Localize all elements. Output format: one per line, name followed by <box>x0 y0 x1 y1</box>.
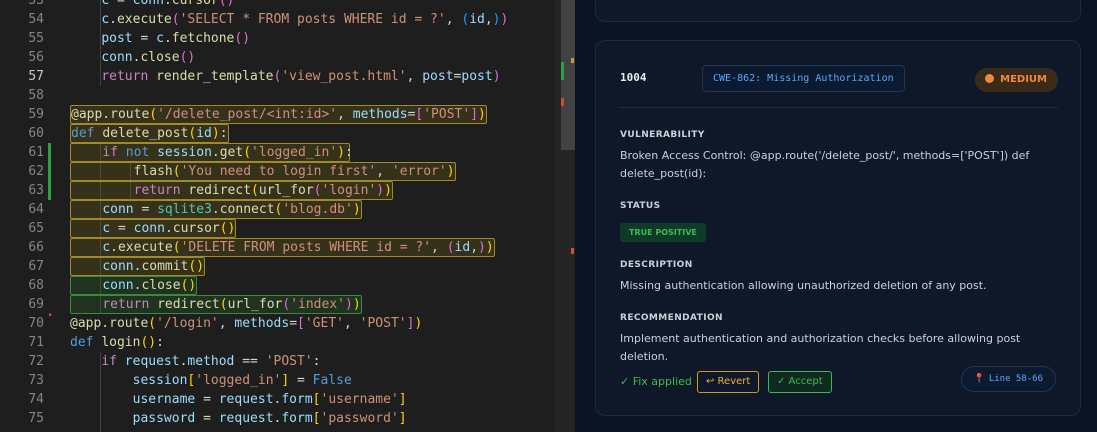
line-number: 59 <box>28 107 44 122</box>
line-number: 71 <box>28 335 44 350</box>
line-number: 65 <box>28 221 44 236</box>
code-line-highlighted: return redirect(url_for('index')) <box>70 295 362 314</box>
line-number: 73 <box>28 373 44 388</box>
line-number: 61 <box>28 145 44 160</box>
line-number: 68 <box>28 278 44 293</box>
code-line: conn.close() <box>101 50 196 65</box>
code-line-highlighted: conn = sqlite3.connect('blog.db') <box>70 200 362 219</box>
line-number: 66 <box>28 240 44 255</box>
line-number: 67 <box>28 259 44 274</box>
line-number: 58 <box>28 88 44 103</box>
line-number: 75 <box>28 411 44 426</box>
code-line-highlighted: @app.route('/delete_post/<int:id>', meth… <box>70 105 487 124</box>
code-line: if request.method == 'POST': <box>101 354 321 369</box>
line-number: 63 <box>28 183 44 198</box>
line-number: 55 <box>28 31 44 46</box>
line-number: 74 <box>28 392 44 407</box>
code-line: c.execute('SELECT * FROM posts WHERE id … <box>101 12 509 27</box>
fold-arrow-icon[interactable]: ▸ <box>48 310 53 320</box>
line-number: 57 <box>28 69 44 84</box>
code-line-highlighted: return redirect(url_for('login')) <box>70 181 393 200</box>
code-line-highlighted: if not session.get('logged_in'): <box>70 143 353 162</box>
git-added-marker <box>48 162 51 181</box>
line-number: 69 <box>28 297 44 312</box>
cwe-badge[interactable]: CWE-862: Missing Authorization <box>702 65 905 92</box>
code-line: password = request.form['password'] <box>132 411 407 426</box>
accept-button[interactable]: ✓ Accept <box>768 371 832 393</box>
finding-id: 1004 <box>620 71 647 84</box>
minimap-error-marker <box>561 98 564 106</box>
line-reference-label: Line 58-66 <box>988 374 1043 384</box>
status-label: STATUS <box>620 201 661 211</box>
code-line-highlighted: conn.commit() <box>70 257 206 276</box>
code-line-highlighted: c = conn.cursor() <box>70 219 237 238</box>
line-number: 72 <box>28 354 44 369</box>
severity-label: MEDIUM <box>1000 74 1047 85</box>
recommendation-label: RECOMMENDATION <box>620 313 723 323</box>
vulnerability-label: VULNERABILITY <box>620 130 705 140</box>
code-line: session['logged_in'] = False <box>132 373 352 388</box>
code-line: post = c.fetchone() <box>101 31 251 46</box>
severity-dot-icon <box>985 74 995 83</box>
code-line: c = conn.cursor() <box>101 0 235 8</box>
code-line-highlighted: c.execute('DELETE FROM posts WHERE id = … <box>70 238 495 257</box>
vulnerability-text: Broken Access Control: @app.route('/dele… <box>620 149 1030 180</box>
code-line: username = request.form['username'] <box>132 392 407 407</box>
minimap-warning-marker <box>571 58 574 63</box>
code-line: def login(): <box>70 335 164 350</box>
git-added-marker <box>48 181 51 200</box>
description-label: DESCRIPTION <box>620 260 693 270</box>
line-number: 70 <box>28 316 44 331</box>
pin-icon: 📍 <box>973 374 985 384</box>
code-line-highlighted: conn.close() <box>70 276 198 295</box>
finding-card-previous <box>595 0 1081 22</box>
description-text: Missing authentication allowing unauthor… <box>620 279 987 292</box>
code-editor[interactable]: 53 54 55 56 57 58 59 60 61 62 63 64 65 6… <box>0 0 575 432</box>
code-area[interactable]: c = conn.cursor() c.execute('SELECT * FR… <box>70 0 570 432</box>
status-badge: TRUE POSITIVE <box>620 223 706 242</box>
line-number: 54 <box>28 12 44 27</box>
code-line: return render_template('view_post.html',… <box>101 69 501 84</box>
minimap-added-marker <box>561 62 564 80</box>
line-number: 53 <box>28 0 44 8</box>
code-line-highlighted: flash('You need to login first', 'error'… <box>70 162 456 181</box>
git-added-marker <box>48 143 51 162</box>
minimap-error-marker <box>571 248 574 254</box>
line-number: 60 <box>28 126 44 141</box>
finding-header: 1004 CWE-862: Missing Authorization MEDI… <box>620 65 1058 95</box>
code-line: @app.route('/login', methods=['GET', 'PO… <box>70 316 423 331</box>
revert-button[interactable]: ↩ Revert <box>697 371 760 393</box>
line-number: 64 <box>28 202 44 217</box>
severity-badge: MEDIUM <box>975 68 1058 92</box>
divider <box>620 107 1058 108</box>
line-number: 62 <box>28 164 44 179</box>
finding-card: 1004 CWE-862: Missing Authorization MEDI… <box>595 40 1081 416</box>
line-reference-button[interactable]: 📍 Line 58-66 <box>960 366 1056 392</box>
line-number: 56 <box>28 50 44 65</box>
line-number-gutter: 53 54 55 56 57 58 59 60 61 62 63 64 65 6… <box>0 0 56 432</box>
recommendation-text: Implement authentication and authorizati… <box>620 332 1021 363</box>
code-line-highlighted: def delete_post(id): <box>70 124 229 143</box>
findings-panel: 1004 CWE-862: Missing Authorization MEDI… <box>575 0 1097 432</box>
fix-applied-status: ✓ Fix applied <box>620 375 692 388</box>
